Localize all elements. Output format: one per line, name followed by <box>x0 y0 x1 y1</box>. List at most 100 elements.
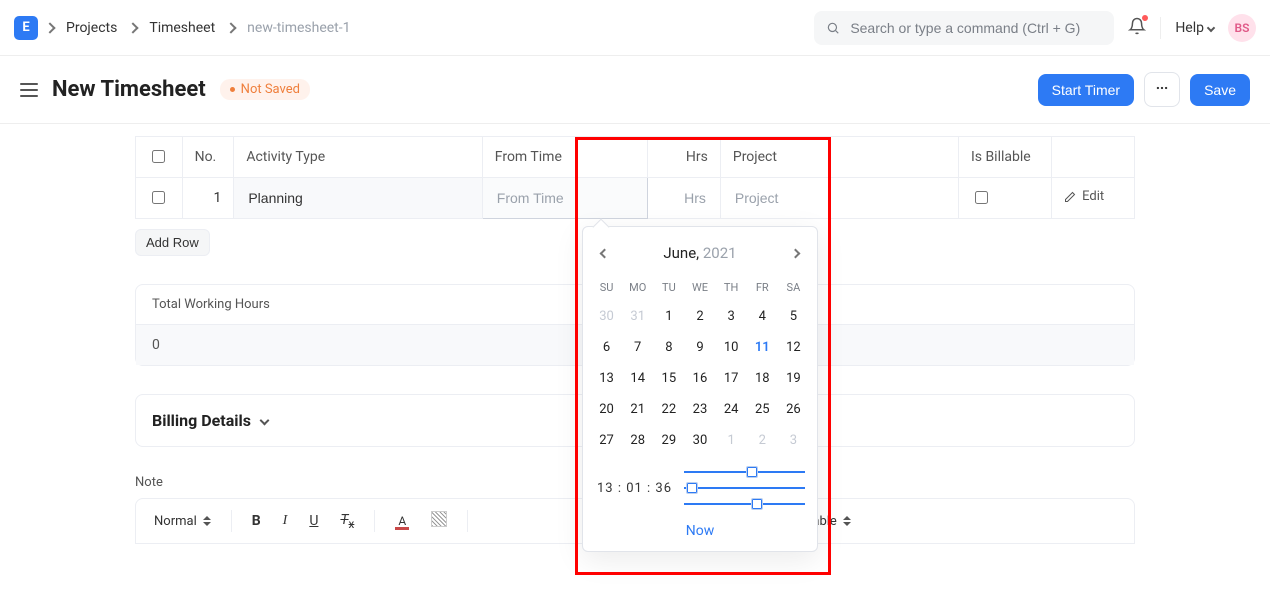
calendar-day[interactable]: 30 <box>591 302 622 331</box>
pencil-icon <box>1064 191 1076 203</box>
status-badge: Not Saved <box>220 79 310 100</box>
calendar-day[interactable]: 28 <box>622 426 653 455</box>
calendar-day[interactable]: 4 <box>747 302 778 331</box>
day-of-week-label: FR <box>747 275 778 300</box>
start-timer-button[interactable]: Start Timer <box>1038 74 1134 106</box>
bold-button[interactable]: B <box>246 509 267 533</box>
project-input[interactable] <box>733 189 946 207</box>
chevron-right-icon <box>46 20 54 36</box>
billable-checkbox[interactable] <box>975 191 988 204</box>
font-color-button[interactable]: A <box>389 509 415 534</box>
from-time-input[interactable] <box>495 189 636 207</box>
menu-button[interactable] <box>1144 72 1180 107</box>
calendar-day[interactable]: 23 <box>684 395 715 424</box>
search-input[interactable] <box>848 19 1102 37</box>
month-year-label[interactable]: June, 2021 <box>663 244 736 262</box>
calendar-day[interactable]: 3 <box>716 302 747 331</box>
select-caret-icon <box>843 516 851 526</box>
calendar-day[interactable]: 21 <box>622 395 653 424</box>
next-month-button[interactable] <box>788 241 803 265</box>
chevron-right-icon <box>129 20 137 36</box>
day-of-week-label: WE <box>684 275 715 300</box>
day-of-week-label: SA <box>778 275 809 300</box>
calendar-day[interactable]: 18 <box>747 364 778 393</box>
header-actions <box>1052 137 1135 178</box>
prev-month-button[interactable] <box>597 241 612 265</box>
now-button[interactable]: Now <box>686 523 715 539</box>
calendar-day[interactable]: 17 <box>716 364 747 393</box>
dots-icon <box>1155 81 1169 95</box>
datetime-picker: June, 2021 SUMOTUWETHFRSA303112345678910… <box>582 226 818 552</box>
breadcrumb-projects[interactable]: Projects <box>62 16 121 40</box>
calendar-day[interactable]: 13 <box>591 364 622 393</box>
minute-slider[interactable] <box>684 487 805 489</box>
calendar-day[interactable]: 14 <box>622 364 653 393</box>
brand-icon[interactable]: E <box>14 16 38 40</box>
calendar-day[interactable]: 10 <box>716 333 747 362</box>
day-of-week-label: TH <box>716 275 747 300</box>
calendar-day[interactable]: 15 <box>653 364 684 393</box>
hour-slider[interactable] <box>684 471 805 473</box>
header-billable: Is Billable <box>958 137 1051 178</box>
italic-button[interactable]: I <box>277 509 294 533</box>
save-button[interactable]: Save <box>1190 74 1250 106</box>
day-of-week-label: MO <box>622 275 653 300</box>
header-no: No. <box>182 137 234 178</box>
calendar-day[interactable]: 2 <box>684 302 715 331</box>
select-caret-icon <box>203 516 211 526</box>
edit-row-button[interactable]: Edit <box>1064 189 1104 204</box>
calendar-day[interactable]: 19 <box>778 364 809 393</box>
clear-format-button[interactable]: Tx <box>334 508 360 535</box>
calendar-day[interactable]: 3 <box>778 426 809 455</box>
calendar-day[interactable]: 5 <box>778 302 809 331</box>
calendar-day[interactable]: 11 <box>747 333 778 362</box>
header-select-all <box>136 137 183 178</box>
calendar-day[interactable]: 6 <box>591 333 622 362</box>
notification-dot <box>1142 15 1148 21</box>
calendar-day[interactable]: 9 <box>684 333 715 362</box>
calendar-day[interactable]: 22 <box>653 395 684 424</box>
highlight-button[interactable] <box>425 507 453 535</box>
calendar-day[interactable]: 1 <box>653 302 684 331</box>
calendar-day[interactable]: 31 <box>622 302 653 331</box>
calendar-day[interactable]: 30 <box>684 426 715 455</box>
calendar-day[interactable]: 16 <box>684 364 715 393</box>
calendar-day[interactable]: 24 <box>716 395 747 424</box>
row-no: 1 <box>182 178 234 219</box>
calendar-day[interactable]: 8 <box>653 333 684 362</box>
header-hrs: Hrs <box>648 137 720 178</box>
underline-button[interactable]: U <box>303 509 324 533</box>
calendar-day[interactable]: 29 <box>653 426 684 455</box>
calendar-day[interactable]: 2 <box>747 426 778 455</box>
calendar-day[interactable]: 7 <box>622 333 653 362</box>
hrs-input[interactable] <box>660 189 707 207</box>
calendar-day[interactable]: 25 <box>747 395 778 424</box>
second-slider[interactable] <box>684 503 805 505</box>
billing-title: Billing Details <box>152 411 251 430</box>
chevron-right-icon <box>227 20 235 36</box>
global-search[interactable] <box>814 11 1114 45</box>
day-of-week-label: SU <box>591 275 622 300</box>
add-row-button[interactable]: Add Row <box>135 229 210 256</box>
breadcrumb-current: new-timesheet-1 <box>243 16 354 40</box>
breadcrumb-timesheet[interactable]: Timesheet <box>145 16 219 40</box>
chevron-down-icon <box>259 416 269 426</box>
calendar-day[interactable]: 1 <box>716 426 747 455</box>
row-checkbox[interactable] <box>152 191 165 204</box>
chevron-down-icon <box>1207 23 1215 31</box>
help-menu[interactable]: Help <box>1175 20 1214 36</box>
calendar-day[interactable]: 20 <box>591 395 622 424</box>
calendar-day[interactable]: 27 <box>591 426 622 455</box>
select-all-checkbox[interactable] <box>152 150 165 163</box>
sidebar-toggle[interactable] <box>20 83 38 97</box>
activity-type-input[interactable] <box>246 189 469 207</box>
user-avatar[interactable]: BS <box>1228 14 1256 42</box>
notifications-button[interactable] <box>1128 17 1146 39</box>
calendar-day[interactable]: 26 <box>778 395 809 424</box>
header-activity: Activity Type <box>234 137 482 178</box>
table-row: 1 Edit <box>136 178 1135 219</box>
header-project: Project <box>720 137 958 178</box>
paragraph-style-select[interactable]: Normal <box>148 510 217 533</box>
calendar-day[interactable]: 12 <box>778 333 809 362</box>
day-of-week-label: TU <box>653 275 684 300</box>
